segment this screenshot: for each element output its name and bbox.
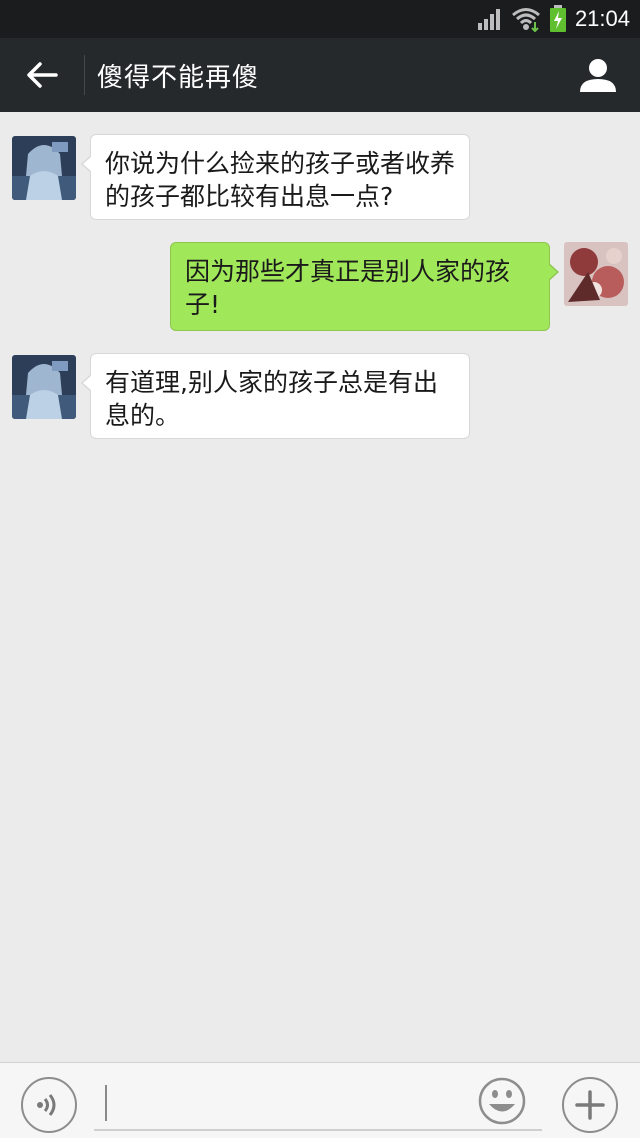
emoji-button[interactable] — [478, 1077, 526, 1125]
message-text-line: 有道理,别人家的孩子总是有出 — [105, 368, 438, 397]
chat-info-button[interactable] — [556, 38, 640, 112]
contact-avatar[interactable] — [12, 355, 76, 419]
battery-charging-icon — [549, 5, 566, 32]
composer-bar — [0, 1062, 640, 1138]
wifi-icon — [511, 8, 540, 32]
message-bubble-received[interactable]: 有道理,别人家的孩子总是有出 息的。 — [81, 353, 470, 439]
my-avatar[interactable] — [564, 242, 628, 306]
chat-header: 傻得不能再傻 — [0, 38, 640, 112]
message-text-line: 因为那些才真正是别人家的孩 — [185, 257, 511, 286]
back-button[interactable] — [0, 38, 84, 112]
message-bubble-sent[interactable]: 因为那些才真正是别人家的孩 子! — [170, 242, 559, 331]
signal-icon — [477, 9, 500, 30]
plus-icon — [575, 1090, 605, 1120]
voice-icon — [37, 1094, 56, 1116]
message-list: 你说为什么捡来的孩子或者收养 的孩子都比较有出息一点? 因为那些才真正是别人家的… — [0, 112, 640, 1062]
person-icon — [580, 59, 616, 92]
message-text-line: 息的。 — [105, 401, 181, 430]
chat-title: 傻得不能再傻 — [97, 62, 260, 93]
message-text-line: 的孩子都比较有出息一点? — [105, 182, 394, 211]
status-time: 21:04 — [574, 6, 630, 31]
message-bubble-received[interactable]: 你说为什么捡来的孩子或者收养 的孩子都比较有出息一点? — [81, 134, 470, 220]
contact-avatar[interactable] — [12, 136, 76, 200]
voice-input-button[interactable] — [21, 1077, 77, 1133]
message-text-line: 你说为什么捡来的孩子或者收养 — [105, 149, 456, 178]
smiley-icon — [478, 1077, 526, 1125]
text-caret — [105, 1085, 107, 1121]
message-input[interactable] — [94, 1077, 542, 1131]
more-options-button[interactable] — [562, 1077, 618, 1133]
arrow-left-icon — [27, 62, 58, 88]
header-divider — [84, 55, 85, 95]
status-bar: 21:04 — [0, 0, 640, 38]
message-text-line: 子! — [185, 290, 221, 319]
